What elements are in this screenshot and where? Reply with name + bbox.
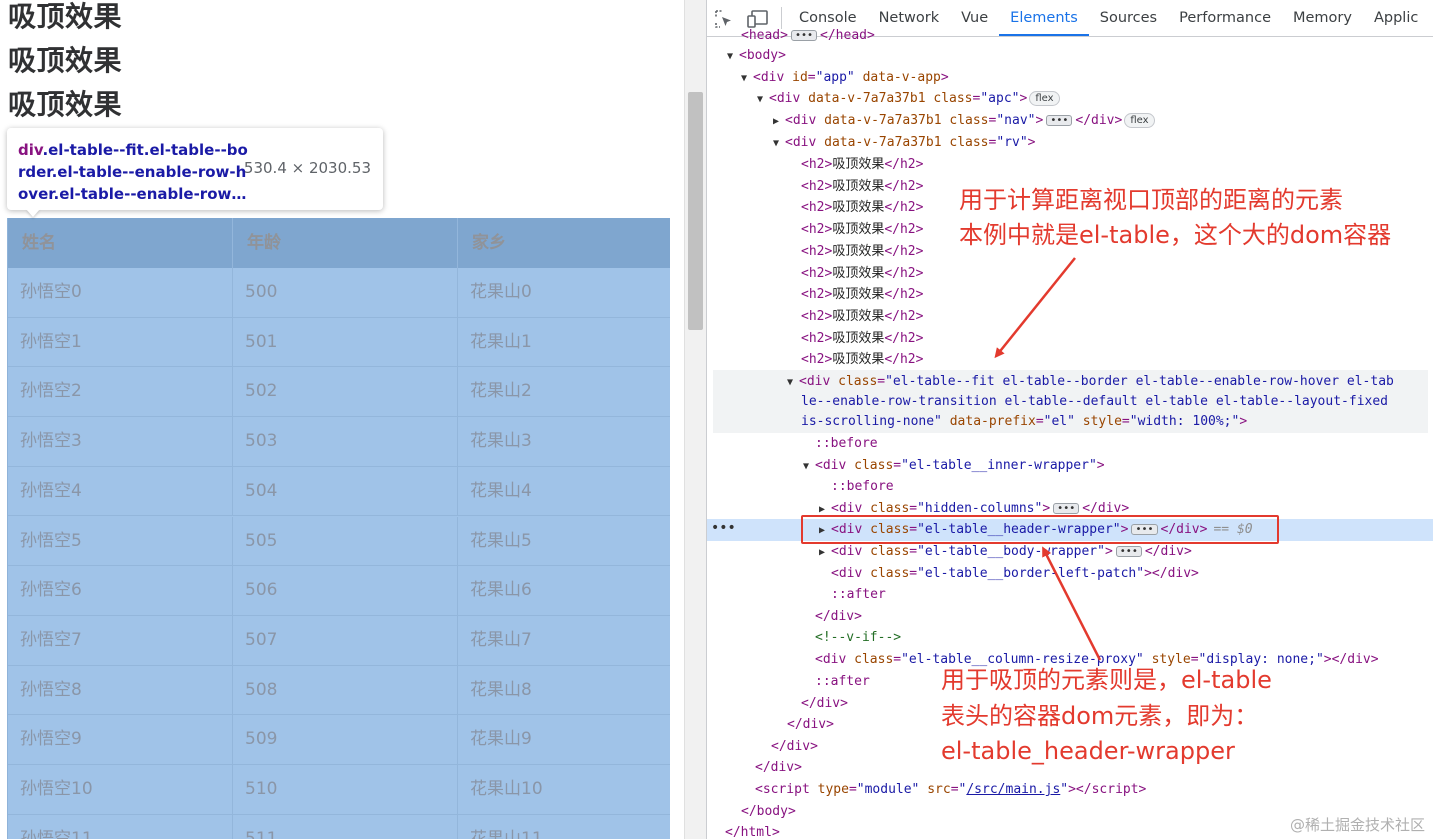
table-row[interactable]: 孙悟空1 501 花果山1 [8,317,670,368]
table-row[interactable]: 孙悟空9 509 花果山9 [8,715,670,765]
heading-3: 吸顶效果 [8,88,123,121]
table-row[interactable]: 孙悟空2 502 花果山2 [8,367,670,418]
table-row[interactable]: 孙悟空6 506 花果山6 [8,566,670,616]
table-row[interactable]: 孙悟空3 503 花果山3 [8,417,670,467]
cell-name: 孙悟空0 [8,268,233,318]
el-table-highlight[interactable]: 姓名 年龄 家乡 孙悟空0 500 花果山0 孙悟空1 501 花果山1 孙悟空2 502 花果… [7,218,670,839]
annotation-bottom-line2: 表头的容器dom元素，即为： [941,702,1259,730]
inspect-icon[interactable] [707,0,741,37]
cell-age: 508 [233,665,458,716]
table-row[interactable]: 孙悟空0 500 花果山0 [8,268,670,318]
flex-badge[interactable]: flex [1124,113,1155,128]
annotation-bottom-line1: 用于吸顶的元素则是，el-table [941,666,1272,694]
table-row[interactable]: 孙悟空7 507 花果山7 [8,615,670,666]
table-header-row: 姓名 年龄 家乡 [8,218,670,268]
cell-name: 孙悟空10 [8,765,233,815]
dom-node-el-table-cont2: is-scrolling-none" data-prefix="el" styl… [801,414,1248,429]
cell-age: 511 [233,814,458,839]
cell-hometown: 花果山10 [458,765,670,815]
page-scrollbar[interactable] [684,0,706,839]
dom-node-h2[interactable]: <h2>吸顶效果</h2> [801,154,1433,176]
more-actions-icon[interactable]: ••• [711,519,736,537]
cell-age: 501 [233,317,458,368]
cell-name: 孙悟空8 [8,665,233,716]
table-row[interactable]: 孙悟空8 508 花果山8 [8,665,670,716]
dom-node-nav[interactable]: ▶ <div data-v-7a7a37b1 class="nav"> ••• </d… [773,110,1433,132]
dom-node-h2[interactable]: <h2>吸顶效果</h2> [801,349,1433,371]
column-header-hometown[interactable]: 家乡 [458,218,670,268]
cell-name: 孙悟空4 [8,466,233,517]
tooltip-dimensions: 530.4 × 2030.53 [243,159,371,177]
dom-node-script[interactable]: <script type="module" src="/src/main.js"… [755,779,1433,801]
cell-name: 孙悟空11 [8,814,233,839]
cell-name: 孙悟空6 [8,566,233,616]
table-row[interactable]: 孙悟空11 511 花果山11 [8,814,670,839]
inspect-tooltip: div.el-table--fit.el-table--border.el-ta… [7,128,383,210]
column-header-age[interactable]: 年龄 [233,218,458,268]
dom-node-body[interactable]: ▼ <body> [727,45,1433,67]
dom-node-head[interactable]: <head> ••• </head> [741,25,1433,47]
annotation-top-line2: 本例中就是el-table，这个大的dom容器 [959,221,1392,249]
cell-age: 500 [233,268,458,318]
dom-node-after[interactable]: ::after [831,584,1433,606]
devtools-panel: Console Network Vue Elements Sources Per… [706,0,1433,839]
cell-age: 504 [233,466,458,517]
cell-hometown: 花果山9 [458,715,670,765]
dom-node-el-table-cont1: le--enable-row-transition el-table--defa… [801,394,1388,409]
dom-node-h2[interactable]: <h2>吸顶效果</h2> [801,328,1433,350]
cell-age: 510 [233,765,458,815]
dom-node-h2[interactable]: <h2>吸顶效果</h2> [801,263,1433,285]
page-viewport: 吸顶效果 吸顶效果 吸顶效果 姓名 年龄 家乡 孙悟空0 500 花果山0 孙悟空1 5… [0,0,684,839]
cell-hometown: 花果山1 [458,318,670,368]
cell-hometown: 花果山11 [458,815,670,839]
dom-node-app[interactable]: ▼ <div id="app" data-v-app> [741,67,1433,89]
dom-node-h2[interactable]: <h2>吸顶效果</h2> [801,284,1433,306]
dom-node-before-2[interactable]: ::before [831,476,1433,498]
table-row[interactable]: 孙悟空4 504 花果山4 [8,466,670,517]
cell-hometown: 花果山2 [458,367,670,417]
cell-hometown: 花果山0 [458,268,670,318]
dom-node-border-left-patch[interactable]: <div class="el-table__border-left-patch"… [831,563,1433,585]
cell-hometown: 花果山8 [458,666,670,716]
cell-hometown: 花果山7 [458,616,670,666]
table-row[interactable]: 孙悟空5 505 花果山5 [8,516,670,567]
dom-node-apc[interactable]: ▼ <div data-v-7a7a37b1 class="apc"> flex [757,88,1433,110]
cell-hometown: 花果山4 [458,467,670,517]
annotation-highlight-box [801,515,1279,544]
annotation-bottom-line3: el-table_header-wrapper [941,737,1235,765]
watermark: @稀土掘金技术社区 [1289,816,1425,834]
cell-name: 孙悟空1 [8,317,233,368]
cell-age: 503 [233,417,458,467]
table-row[interactable]: 孙悟空10 510 花果山10 [8,765,670,815]
cell-name: 孙悟空9 [8,715,233,765]
cell-age: 502 [233,367,458,418]
cell-name: 孙悟空3 [8,417,233,467]
cell-hometown: 花果山6 [458,566,670,616]
cell-name: 孙悟空5 [8,516,233,567]
heading-1: 吸顶效果 [8,0,123,33]
annotation-top-line1: 用于计算距离视口顶部的距离的元素 [959,186,1343,214]
cell-age: 505 [233,516,458,567]
dom-node-rv[interactable]: ▼ <div data-v-7a7a37b1 class="rv"> [773,132,1433,154]
dom-node-el-table[interactable]: ▼ <div class="el-table--fit el-table--bor… [787,371,1433,393]
cell-age: 506 [233,566,458,616]
flex-badge[interactable]: flex [1029,91,1060,106]
dom-node-before[interactable]: ::before [815,433,1433,455]
cell-name: 孙悟空2 [8,367,233,418]
dom-node-h2[interactable]: <h2>吸顶效果</h2> [801,306,1433,328]
scrollbar-thumb[interactable] [688,92,703,330]
heading-2: 吸顶效果 [8,44,123,77]
dom-node-inner-wrapper[interactable]: ▼ <div class="el-table__inner-wrapper"> [803,455,1433,477]
dom-node-body-wrapper[interactable]: ▶ <div class="el-table__body-wrapper"> •••… [819,541,1433,563]
cell-hometown: 花果山5 [458,517,670,567]
tooltip-arrow [26,209,40,217]
dom-node-close-div-1: </div> [815,609,862,624]
cell-age: 509 [233,715,458,765]
dom-node-comment[interactable]: <!--v-if--> [815,627,1433,649]
cell-name: 孙悟空7 [8,615,233,666]
column-header-name[interactable]: 姓名 [8,218,233,268]
cell-age: 507 [233,615,458,666]
cell-hometown: 花果山3 [458,417,670,467]
tooltip-selector: div.el-table--fit.el-table--border.el-ta… [18,141,248,203]
